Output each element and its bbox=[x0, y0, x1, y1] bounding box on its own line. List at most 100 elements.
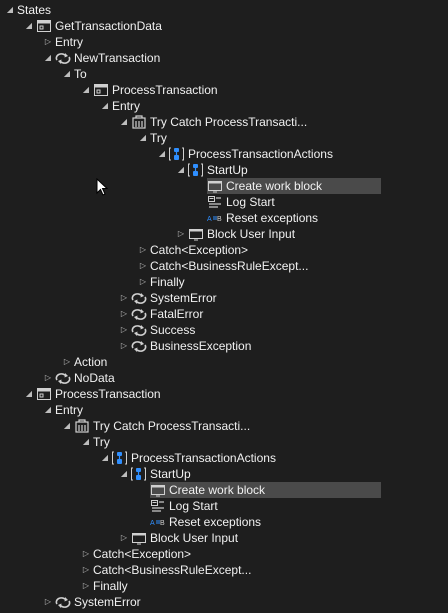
tree-item-label: FatalError bbox=[150, 307, 204, 321]
transition-icon bbox=[55, 51, 71, 65]
tree-item-label: Catch<Exception> bbox=[93, 547, 192, 561]
tree-item-catch-businessruleexcept[interactable]: ▷ Catch<BusinessRuleExcept... bbox=[0, 258, 448, 274]
tree-item-startup[interactable]: ◢ StartUp bbox=[0, 162, 448, 178]
collapsed-arrow-icon[interactable]: ▷ bbox=[138, 274, 148, 290]
window-icon bbox=[188, 227, 204, 241]
tree-item-create-work-block[interactable]: Create work block bbox=[0, 482, 448, 498]
expanded-arrow-icon[interactable]: ◢ bbox=[100, 98, 110, 114]
transition-icon bbox=[131, 339, 147, 353]
collapsed-arrow-icon[interactable]: ▷ bbox=[43, 34, 53, 50]
tree-item-label: StartUp bbox=[207, 163, 248, 177]
collapsed-arrow-icon[interactable]: ▷ bbox=[43, 370, 53, 386]
tree-item-block-user-input[interactable]: ▷ Block User Input bbox=[0, 226, 448, 242]
expanded-arrow-icon[interactable]: ◢ bbox=[138, 130, 148, 146]
collapsed-arrow-icon[interactable]: ▷ bbox=[81, 578, 91, 594]
tree-item-label: Block User Input bbox=[150, 531, 239, 545]
tree-item-entry[interactable]: ▷ Entry bbox=[0, 34, 448, 50]
collapsed-arrow-icon[interactable]: ▷ bbox=[138, 258, 148, 274]
tree-item-label: Reset exceptions bbox=[226, 211, 319, 225]
expanded-arrow-icon[interactable]: ◢ bbox=[62, 66, 72, 82]
expanded-arrow-icon[interactable]: ◢ bbox=[43, 402, 53, 418]
tree-item-label: ProcessTransactionActions bbox=[131, 451, 276, 465]
tree-item-reset-exceptions[interactable]: A B Reset exceptions bbox=[0, 210, 448, 226]
expanded-arrow-icon[interactable]: ◢ bbox=[5, 2, 15, 18]
expanded-arrow-icon[interactable]: ◢ bbox=[176, 162, 186, 178]
tree-item-to[interactable]: ◢ To bbox=[0, 66, 448, 82]
tree-item-catch-exception[interactable]: ▷ Catch<Exception> bbox=[0, 546, 448, 562]
tree-item-label: Create work block bbox=[169, 483, 266, 497]
collapsed-arrow-icon[interactable]: ▷ bbox=[62, 354, 72, 370]
svg-text:A: A bbox=[150, 520, 155, 527]
tree-item-label: Reset exceptions bbox=[169, 515, 262, 529]
tree-item-label: Try bbox=[150, 131, 167, 145]
tree-item-label: Block User Input bbox=[207, 227, 296, 241]
expanded-arrow-icon[interactable]: ◢ bbox=[43, 50, 53, 66]
tree-item-create-work-block[interactable]: Create work block bbox=[0, 178, 448, 194]
tree-item-label: Catch<Exception> bbox=[150, 243, 249, 257]
tree-item-action[interactable]: ▷ Action bbox=[0, 354, 448, 370]
tree-item-entry[interactable]: ◢ Entry bbox=[0, 402, 448, 418]
tree-item-states[interactable]: ◢ States bbox=[0, 2, 448, 18]
expanded-arrow-icon[interactable]: ◢ bbox=[100, 450, 110, 466]
tree-item-label: Finally bbox=[93, 579, 128, 593]
collapsed-arrow-icon[interactable]: ▷ bbox=[119, 290, 129, 306]
assign-icon: A B bbox=[150, 515, 166, 529]
tree-item-businessexception[interactable]: ▷ BusinessException bbox=[0, 338, 448, 354]
expanded-arrow-icon[interactable]: ◢ bbox=[81, 434, 91, 450]
collapsed-arrow-icon[interactable]: ▷ bbox=[43, 594, 53, 610]
tree-item-gettransactiondata[interactable]: ◢ GetTransactionData bbox=[0, 18, 448, 34]
expanded-arrow-icon[interactable]: ◢ bbox=[24, 18, 34, 34]
tree-item-nodata[interactable]: ▷ NoData bbox=[0, 370, 448, 386]
tree-item-label: Entry bbox=[112, 99, 141, 113]
sequence-icon bbox=[131, 467, 147, 481]
tree-item-entry[interactable]: ◢ Entry bbox=[0, 98, 448, 114]
tree-item-label: NewTransaction bbox=[74, 51, 161, 65]
tree-item-catch-exception[interactable]: ▷ Catch<Exception> bbox=[0, 242, 448, 258]
collapsed-arrow-icon[interactable]: ▷ bbox=[176, 226, 186, 242]
collapsed-arrow-icon[interactable]: ▷ bbox=[138, 242, 148, 258]
collapsed-arrow-icon[interactable]: ▷ bbox=[81, 546, 91, 562]
tree-item-success[interactable]: ▷ Success bbox=[0, 322, 448, 338]
tree-item-newtransaction[interactable]: ◢ NewTransaction bbox=[0, 50, 448, 66]
tree-item-try-catch-processtransacti[interactable]: ◢ Try Catch ProcessTransacti... bbox=[0, 418, 448, 434]
tree-item-systemerror[interactable]: ▷ SystemError bbox=[0, 594, 448, 610]
collapsed-arrow-icon[interactable]: ▷ bbox=[119, 306, 129, 322]
window-icon bbox=[131, 531, 147, 545]
tree-item-processtransactionactions[interactable]: ◢ ProcessTransactionActions bbox=[0, 450, 448, 466]
tree-item-finally[interactable]: ▷ Finally bbox=[0, 578, 448, 594]
tree-item-processtransaction[interactable]: ◢ ProcessTransaction bbox=[0, 386, 448, 402]
tree-item-finally[interactable]: ▷ Finally bbox=[0, 274, 448, 290]
collapsed-arrow-icon[interactable]: ▷ bbox=[119, 322, 129, 338]
tree-item-block-user-input[interactable]: ▷ Block User Input bbox=[0, 530, 448, 546]
try-catch-icon bbox=[74, 419, 90, 433]
tree-item-label: Entry bbox=[55, 403, 84, 417]
tree-item-try[interactable]: ◢ Try bbox=[0, 434, 448, 450]
tree-item-catch-businessruleexcept[interactable]: ▷ Catch<BusinessRuleExcept... bbox=[0, 562, 448, 578]
collapsed-arrow-icon[interactable]: ▷ bbox=[119, 338, 129, 354]
expanded-arrow-icon[interactable]: ◢ bbox=[24, 386, 34, 402]
tree-item-processtransactionactions[interactable]: ◢ ProcessTransactionActions bbox=[0, 146, 448, 162]
tree-item-fatalerror[interactable]: ▷ FatalError bbox=[0, 306, 448, 322]
tree-item-try-catch-processtransacti[interactable]: ◢ Try Catch ProcessTransacti... bbox=[0, 114, 448, 130]
tree-item-log-start[interactable]: Log Start bbox=[0, 498, 448, 514]
tree-item-startup[interactable]: ◢ StartUp bbox=[0, 466, 448, 482]
tree-item-label: ProcessTransactionActions bbox=[188, 147, 333, 161]
collapsed-arrow-icon[interactable]: ▷ bbox=[119, 530, 129, 546]
expanded-arrow-icon[interactable]: ◢ bbox=[81, 82, 91, 98]
expanded-arrow-icon[interactable]: ◢ bbox=[119, 466, 129, 482]
log-message-icon bbox=[150, 499, 166, 513]
expanded-arrow-icon[interactable]: ◢ bbox=[62, 418, 72, 434]
collapsed-arrow-icon[interactable]: ▷ bbox=[81, 562, 91, 578]
tree-item-label: Finally bbox=[150, 275, 185, 289]
tree-item-processtransaction[interactable]: ◢ ProcessTransaction bbox=[0, 82, 448, 98]
assign-icon: A B bbox=[207, 211, 223, 225]
tree-item-reset-exceptions[interactable]: A B Reset exceptions bbox=[0, 514, 448, 530]
expanded-arrow-icon[interactable]: ◢ bbox=[157, 146, 167, 162]
expanded-arrow-icon[interactable]: ◢ bbox=[119, 114, 129, 130]
tree-item-try[interactable]: ◢ Try bbox=[0, 130, 448, 146]
tree-item-systemerror[interactable]: ▷ SystemError bbox=[0, 290, 448, 306]
window-icon bbox=[150, 483, 166, 497]
tree-item-log-start[interactable]: Log Start bbox=[0, 194, 448, 210]
sequence-window-icon bbox=[93, 83, 109, 97]
tree-item-label: BusinessException bbox=[150, 339, 252, 353]
